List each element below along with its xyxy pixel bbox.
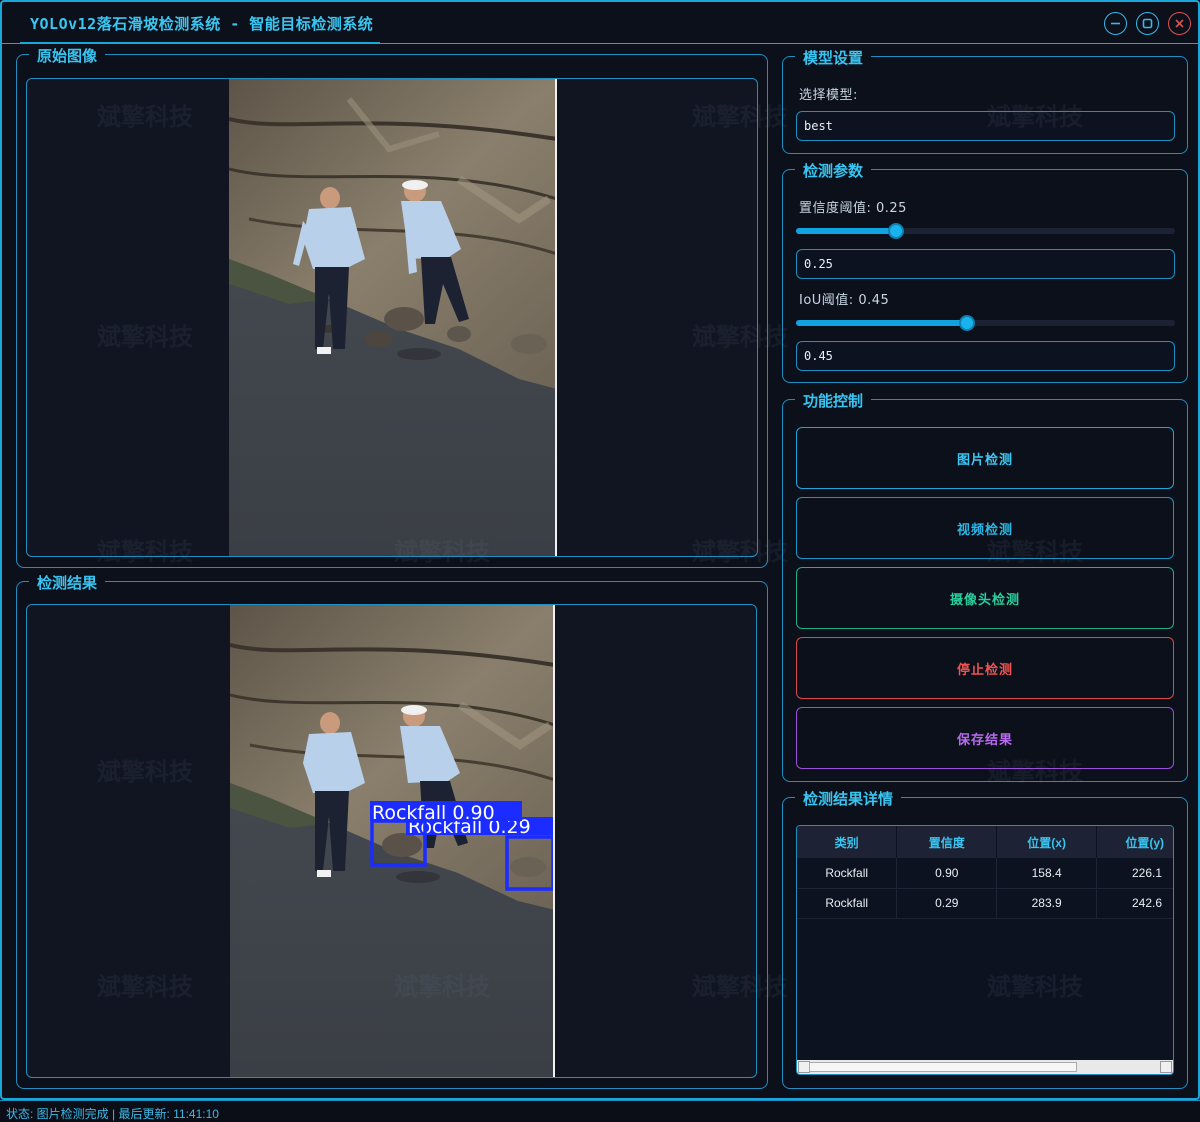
rockfall-result-image: Rockfall 0.29 Rockfall 0.90	[230, 605, 553, 1077]
iou-label: IoU阈值: 0.45	[799, 293, 890, 308]
original-image-title: 原始图像	[29, 45, 106, 66]
cell-pos-x: 283.9	[996, 888, 1098, 919]
save-result-button[interactable]: 保存结果	[796, 707, 1174, 769]
rockfall-scene-image	[229, 79, 555, 556]
cell-pos-x: 158.4	[996, 858, 1098, 889]
close-button[interactable]	[1168, 12, 1191, 35]
original-image-frame	[26, 78, 758, 557]
results-details-title: 检测结果详情	[795, 788, 902, 809]
status-bar: 状态: 图片检测完成 | 最后更新: 11:41:10	[0, 1100, 1200, 1122]
cell-class: Rockfall	[797, 888, 898, 919]
confidence-label: 置信度阈值: 0.25	[799, 201, 907, 216]
select-model-label: 选择模型:	[799, 88, 858, 103]
result-image-frame: Rockfall 0.29 Rockfall 0.90	[26, 604, 757, 1078]
cell-confidence: 0.90	[896, 858, 998, 889]
close-icon	[1175, 19, 1184, 28]
iou-slider-handle[interactable]	[959, 315, 975, 331]
detection-params-title: 检测参数	[795, 160, 872, 181]
table-horizontal-scrollbar[interactable]	[797, 1060, 1173, 1074]
confidence-slider-handle[interactable]	[888, 223, 904, 239]
cell-pos-y: 242.6	[1096, 888, 1173, 919]
original-photo	[229, 79, 557, 556]
main-window: YOLOv12落石滑坡检测系统 - 智能目标检测系统 原始图像 检测结果 Roc…	[0, 0, 1200, 1100]
maximize-button[interactable]	[1136, 12, 1159, 35]
cell-pos-y: 226.1	[1096, 858, 1173, 889]
result-photo: Rockfall 0.29 Rockfall 0.90	[230, 605, 555, 1077]
scroll-thumb[interactable]	[809, 1062, 1077, 1072]
window-title: YOLOv12落石滑坡检测系统 - 智能目标检测系统	[30, 15, 374, 33]
cell-confidence: 0.29	[896, 888, 998, 919]
scroll-right-button[interactable]	[1160, 1061, 1172, 1073]
video-detect-button[interactable]: 视频检测	[796, 497, 1174, 559]
cell-class: Rockfall	[797, 858, 898, 889]
controls-title: 功能控制	[795, 390, 872, 411]
confidence-slider-fill	[796, 228, 896, 234]
iou-slider[interactable]	[796, 315, 1175, 331]
detection-result-title: 检测结果	[29, 572, 106, 593]
column-header-class[interactable]: 类别	[797, 826, 898, 858]
title-bar[interactable]: YOLOv12落石滑坡检测系统 - 智能目标检测系统	[2, 2, 1198, 44]
model-select[interactable]: best	[796, 111, 1175, 141]
camera-detect-button[interactable]: 摄像头检测	[796, 567, 1174, 629]
detection-label-1: Rockfall 0.90	[372, 802, 495, 824]
status-text: 状态: 图片检测完成 | 最后更新: 11:41:10	[6, 1107, 219, 1121]
table-row[interactable]: Rockfall 0.90 158.4 226.1	[797, 858, 1173, 889]
column-header-pos-y[interactable]: 位置(y)	[1096, 826, 1173, 858]
column-header-confidence[interactable]: 置信度	[896, 826, 998, 858]
column-header-pos-x[interactable]: 位置(x)	[996, 826, 1098, 858]
image-detect-button[interactable]: 图片检测	[796, 427, 1174, 489]
table-header-row: 类别 置信度 位置(x) 位置(y)	[797, 826, 1173, 858]
results-table[interactable]: 类别 置信度 位置(x) 位置(y) Rockfall 0.90 158.4 2…	[796, 825, 1174, 1075]
title-underline	[20, 42, 380, 44]
stop-detect-button[interactable]: 停止检测	[796, 637, 1174, 699]
confidence-input[interactable]: 0.25	[796, 249, 1175, 279]
minimize-button[interactable]	[1104, 12, 1127, 35]
iou-slider-fill	[796, 320, 967, 326]
confidence-slider[interactable]	[796, 223, 1175, 239]
model-settings-title: 模型设置	[795, 47, 872, 68]
table-row[interactable]: Rockfall 0.29 283.9 242.6	[797, 888, 1173, 919]
iou-input[interactable]: 0.45	[796, 341, 1175, 371]
minimize-icon	[1111, 22, 1120, 25]
maximize-icon	[1142, 18, 1153, 29]
